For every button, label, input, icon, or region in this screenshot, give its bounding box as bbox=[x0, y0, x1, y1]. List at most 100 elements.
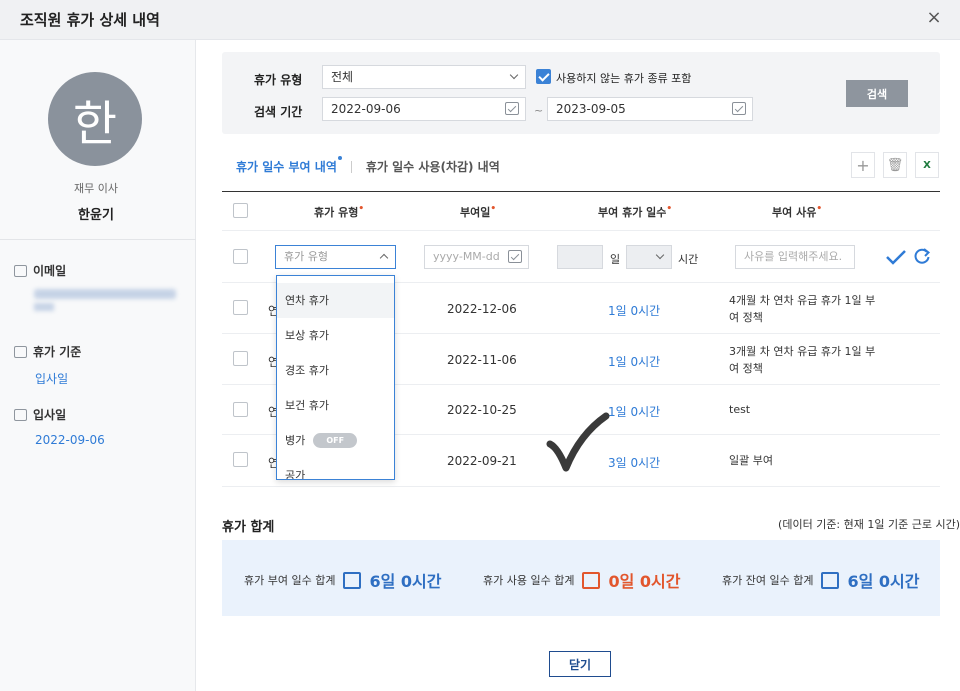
mail-icon bbox=[14, 264, 27, 277]
include-unused-checkbox[interactable] bbox=[536, 69, 551, 84]
summary-remaining: 휴가 잔여 일수 합계 6일 0시간 bbox=[722, 571, 920, 591]
user-name: 한윤기 bbox=[78, 208, 114, 223]
header-type: 휴가 유형• bbox=[314, 204, 365, 219]
day-unit: 일 bbox=[610, 253, 621, 266]
chevron-up-icon bbox=[379, 253, 389, 263]
new-hours-select[interactable] bbox=[626, 245, 672, 269]
summary-title: 휴가 합계 bbox=[222, 520, 275, 535]
row-checkbox[interactable] bbox=[233, 351, 248, 366]
header-days: 부여 휴가 일수• bbox=[598, 204, 673, 219]
end-date-input[interactable]: 2023-09-05 bbox=[547, 97, 753, 121]
row-date: 2022-11-06 bbox=[447, 353, 517, 367]
calendar-check-icon bbox=[343, 571, 362, 589]
new-row-checkbox[interactable] bbox=[233, 249, 248, 264]
tab-indicator-dot bbox=[337, 156, 342, 160]
calendar-icon[interactable] bbox=[732, 102, 746, 115]
main-content: 휴가 유형 전체 사용하지 않는 휴가 종류 포함 검색 기간 2022-09-… bbox=[196, 40, 960, 691]
close-button[interactable]: 닫기 bbox=[549, 651, 611, 677]
sidebar-divider bbox=[0, 239, 196, 240]
row-checkbox[interactable] bbox=[233, 402, 248, 417]
row-date: 2022-09-21 bbox=[447, 454, 517, 468]
dropdown-item[interactable]: 공가 bbox=[277, 458, 394, 479]
new-date-input[interactable]: yyyy-MM-dd bbox=[424, 245, 529, 269]
tab-bar: 휴가 일수 부여 내역 휴가 일수 사용(차감) 내역 bbox=[236, 156, 500, 175]
dropdown-item[interactable]: 경조 휴가 bbox=[277, 353, 394, 388]
dropdown-item[interactable]: 병가 OFF bbox=[277, 423, 394, 458]
tab-used[interactable]: 휴가 일수 사용(차감) 내역 bbox=[366, 158, 500, 175]
row-reason: 4개월 차 연차 유급 휴가 1일 부여 정책 bbox=[729, 294, 876, 324]
trash-icon: 🗑 bbox=[886, 157, 904, 173]
calendar-check-icon bbox=[821, 571, 840, 589]
row-days-link[interactable]: 1일 0시간 bbox=[608, 353, 660, 370]
row-days-link[interactable]: 3일 0시간 bbox=[608, 454, 660, 471]
calendar-icon[interactable] bbox=[505, 102, 519, 115]
new-days-input[interactable] bbox=[557, 245, 603, 269]
summary-note: (데이터 기준: 현재 1일 기준 근로 시간) bbox=[778, 518, 960, 531]
table-top-border bbox=[222, 191, 940, 192]
tab-divider bbox=[350, 160, 352, 173]
checkmark-annotation-icon bbox=[546, 412, 610, 472]
email-value-redacted-tail bbox=[34, 303, 54, 311]
tab-granted[interactable]: 휴가 일수 부여 내역 bbox=[236, 156, 342, 175]
summary-used: 휴가 사용 일수 합계 0일 0시간 bbox=[483, 571, 681, 591]
summary-panel: 휴가 부여 일수 합계 6일 0시간 휴가 사용 일수 합계 0일 0시간 휴가… bbox=[222, 540, 940, 616]
header-reason: 부여 사유• bbox=[772, 204, 823, 219]
row-days-link[interactable]: 1일 0시간 bbox=[608, 403, 660, 420]
profile-sidebar: 한 재무 이사 한윤기 이메일 휴가 기준 입사일 입사일 2022-09-06 bbox=[0, 40, 196, 691]
start-date-input[interactable]: 2022-09-06 bbox=[322, 97, 526, 121]
dropdown-item[interactable]: 보건 휴가 bbox=[277, 388, 394, 423]
row-reason: 일괄 부여 bbox=[729, 454, 773, 467]
close-icon[interactable]: × bbox=[922, 6, 946, 30]
header-date: 부여일• bbox=[460, 204, 497, 219]
confirm-check-icon[interactable] bbox=[885, 248, 907, 266]
calendar-icon bbox=[14, 345, 27, 358]
toggle-switch[interactable]: OFF bbox=[313, 433, 358, 448]
dropdown-item[interactable]: 연차 휴가 bbox=[277, 283, 394, 318]
row-date: 2022-10-25 bbox=[447, 403, 517, 417]
basis-label: 휴가 기준 bbox=[33, 345, 82, 359]
row-divider bbox=[222, 230, 940, 231]
new-reason-input[interactable]: 사유를 입력해주세요. bbox=[735, 245, 855, 269]
delete-button[interactable]: 🗑 bbox=[883, 152, 907, 178]
chevron-down-icon bbox=[655, 250, 665, 260]
refresh-icon[interactable] bbox=[913, 247, 931, 265]
period-label: 검색 기간 bbox=[254, 105, 303, 119]
avatar: 한 bbox=[48, 72, 142, 166]
calendar-icon bbox=[14, 408, 27, 421]
user-position: 재무 이사 bbox=[74, 182, 118, 195]
excel-icon: X bbox=[923, 159, 931, 171]
calendar-icon[interactable] bbox=[508, 250, 522, 263]
hire-label: 입사일 bbox=[33, 408, 67, 422]
type-label: 휴가 유형 bbox=[254, 73, 303, 87]
hire-section: 입사일 2022-09-06 bbox=[14, 406, 105, 447]
excel-export-button[interactable]: X bbox=[915, 152, 939, 178]
hour-unit: 시간 bbox=[678, 253, 699, 266]
email-section: 이메일 bbox=[14, 262, 176, 311]
row-divider bbox=[222, 486, 940, 487]
calendar-check-icon bbox=[582, 571, 601, 589]
plus-icon: + bbox=[856, 155, 870, 175]
row-days-link[interactable]: 1일 0시간 bbox=[608, 302, 660, 319]
new-type-select[interactable]: 휴가 유형 bbox=[275, 245, 396, 269]
basis-value: 입사일 bbox=[35, 372, 69, 386]
email-value-redacted bbox=[34, 289, 176, 299]
chevron-down-icon bbox=[509, 70, 519, 80]
type-select[interactable]: 전체 bbox=[322, 65, 526, 89]
add-row-button[interactable]: + bbox=[851, 152, 875, 178]
select-all-checkbox[interactable] bbox=[233, 203, 248, 218]
row-checkbox[interactable] bbox=[233, 300, 248, 315]
dialog-title: 조직원 휴가 상세 내역 bbox=[20, 11, 160, 29]
dropdown-item[interactable]: 보상 휴가 bbox=[277, 318, 394, 353]
row-date: 2022-12-06 bbox=[447, 302, 517, 316]
type-dropdown-menu: 연차 휴가 보상 휴가 경조 휴가 보건 휴가 병가 OFF 공가 bbox=[276, 275, 395, 480]
search-button[interactable]: 검색 bbox=[846, 80, 908, 107]
row-checkbox[interactable] bbox=[233, 452, 248, 467]
dialog-header: 조직원 휴가 상세 내역 × bbox=[0, 0, 960, 40]
hire-value: 2022-09-06 bbox=[35, 433, 105, 447]
basis-section: 휴가 기준 입사일 bbox=[14, 343, 81, 387]
summary-granted: 휴가 부여 일수 합계 6일 0시간 bbox=[244, 571, 442, 591]
search-panel: 휴가 유형 전체 사용하지 않는 휴가 종류 포함 검색 기간 2022-09-… bbox=[222, 52, 940, 134]
include-unused-label: 사용하지 않는 휴가 종류 포함 bbox=[556, 72, 692, 85]
row-reason: test bbox=[729, 403, 751, 416]
row-reason: 3개월 차 연차 유급 휴가 1일 부여 정책 bbox=[729, 345, 876, 375]
